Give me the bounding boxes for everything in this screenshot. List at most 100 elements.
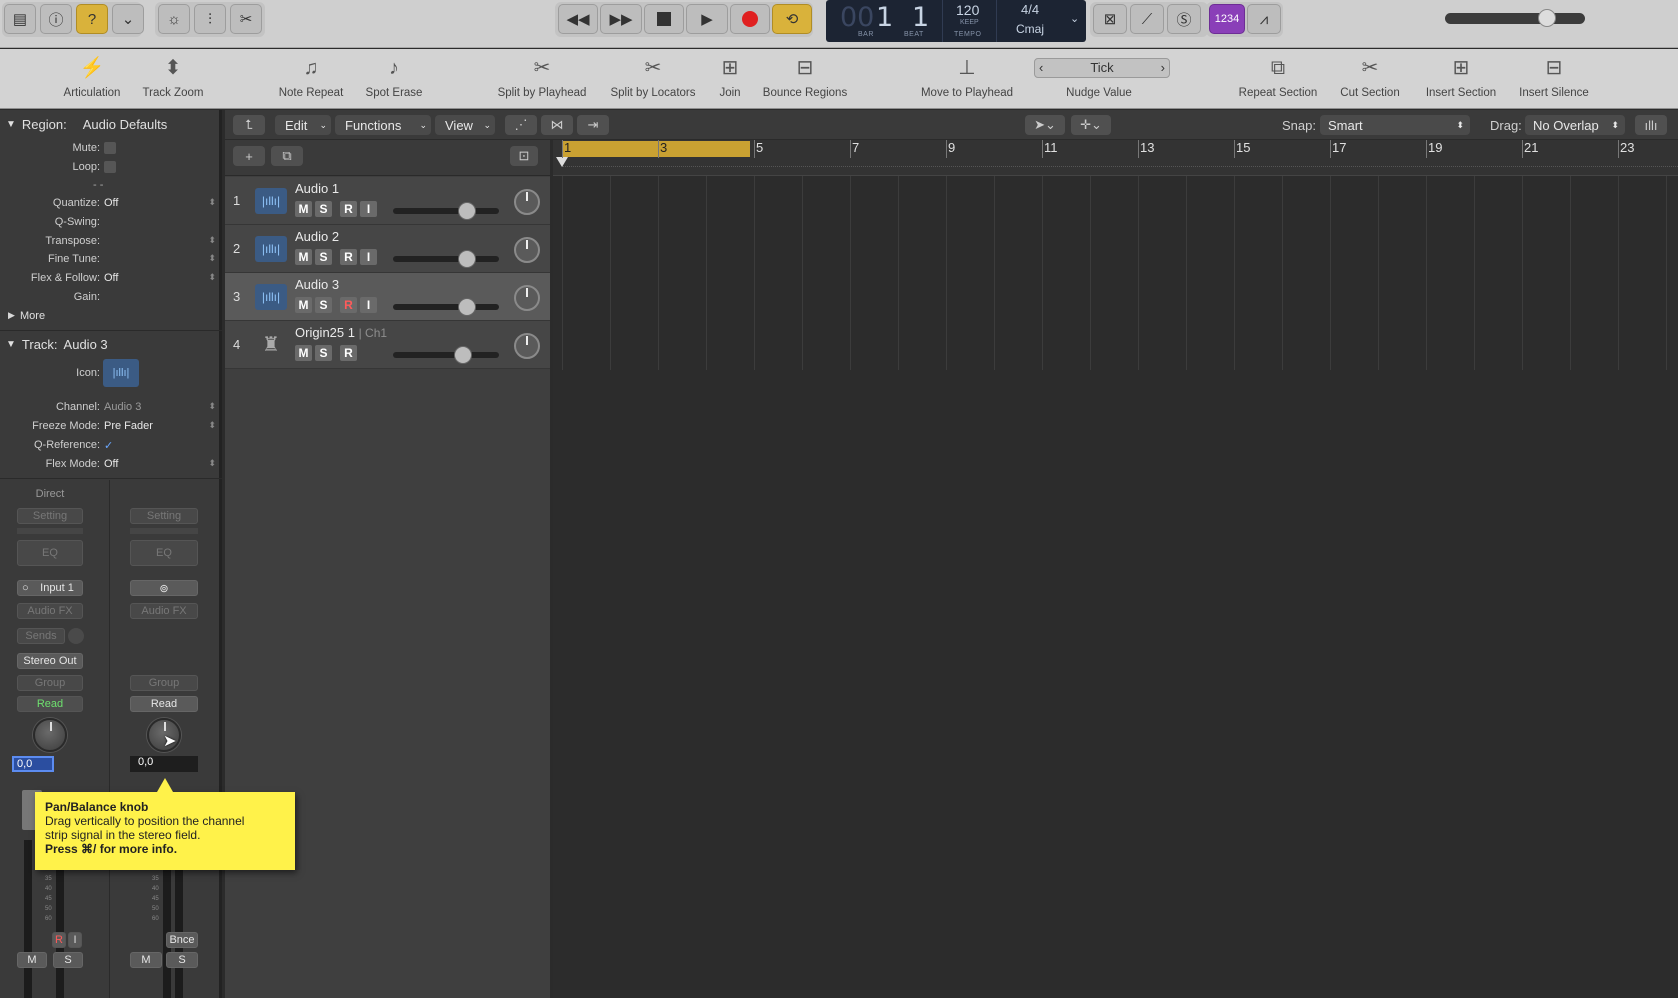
track-zoom-button[interactable]: ⬍ Track Zoom [118, 55, 228, 99]
global-tracks-icon[interactable]: ⊡ [510, 146, 538, 166]
replace-mode-icon[interactable]: ⊠ [1093, 4, 1127, 34]
split-by-playhead-button[interactable]: ✂ Split by Playhead [487, 55, 597, 99]
nudge-value-field[interactable]: ‹ Tick › [1034, 58, 1170, 78]
param-q-reference[interactable]: Q-Reference: ✓ [0, 439, 222, 457]
piano-icon[interactable]: ♜ [255, 332, 287, 358]
strip1-record-button[interactable]: R [52, 932, 66, 948]
param-flex-mode[interactable]: Flex Mode: Off ⬍ [0, 458, 222, 476]
functions-menu[interactable]: Functions ⌄ [335, 115, 431, 135]
strip1-pan-knob[interactable] [33, 718, 67, 752]
automation-curve-icon[interactable]: ⋰ [505, 115, 537, 135]
track-inspector-header[interactable]: ▼ Track: Audio 3 [0, 332, 222, 356]
duplicate-track-icon[interactable]: ⧉ [271, 146, 303, 166]
strip1-automation-button[interactable]: Read [17, 696, 83, 712]
track-row[interactable]: 3 |ıllı| Audio 3 MSRI [225, 273, 550, 321]
param-flex-follow[interactable]: Flex & Follow: Off ⬍ [0, 272, 222, 290]
strip2-pan-value-field[interactable]: 0,0 [130, 756, 198, 772]
smart-controls-icon[interactable]: ☼ [158, 4, 190, 34]
param-icon[interactable]: Icon: |ıllı| [0, 359, 222, 387]
strip1-mute-button[interactable]: M [17, 952, 47, 968]
strip1-input-button[interactable]: ○ Input 1 [17, 580, 83, 596]
track-volume-fader[interactable] [393, 298, 499, 316]
snap-select[interactable]: Smart ⬍ [1320, 115, 1470, 135]
strip1-setting-button[interactable]: Setting [17, 508, 83, 524]
track-solo-button[interactable]: S [315, 249, 332, 265]
back-arrow-icon[interactable]: ⮤ [233, 115, 265, 135]
cycle-icon[interactable]: ⟲ [772, 4, 812, 34]
cycle-range[interactable] [562, 141, 750, 157]
track-solo-button[interactable]: S [315, 297, 332, 313]
strip1-audio-fx-slot[interactable]: Audio FX [17, 603, 83, 619]
play-icon[interactable]: ▶ [686, 4, 728, 34]
mixer-icon[interactable]: ⫶ [194, 4, 226, 34]
pointer-tool-icon[interactable]: ➤⌄ [1025, 115, 1065, 135]
stop-icon[interactable] [644, 4, 684, 34]
strip2-group-button[interactable]: Group [130, 675, 198, 691]
strip1-output-button[interactable]: Stereo Out [17, 653, 83, 669]
strip1-pan-value-field[interactable]: 0,0 [12, 756, 54, 772]
param-freeze-mode[interactable]: Freeze Mode: Pre Fader ⬍ [0, 420, 222, 438]
master-volume-thumb[interactable] [1538, 9, 1556, 27]
lcd-display[interactable]: 00 1 1 BAR BEAT 120 KEEP TEMPO 4/4 Cmaj … [826, 0, 1086, 42]
track-mute-button[interactable]: M [295, 201, 312, 217]
move-to-playhead-button[interactable]: ⊥ Move to Playhead [912, 55, 1022, 99]
editors-scissors-icon[interactable]: ✂ [230, 4, 262, 34]
strip2-audio-fx-slot[interactable]: Audio FX [130, 603, 198, 619]
track-input-monitor-button[interactable]: I [360, 201, 377, 217]
track-name[interactable]: Origin25 1 | Ch1 [295, 325, 387, 340]
param-channel[interactable]: Channel: Audio 3 ⬍ [0, 401, 222, 419]
track-volume-thumb[interactable] [454, 346, 472, 364]
param-q-swing[interactable]: Q-Swing: [0, 216, 222, 234]
strip2-solo-button[interactable]: S [166, 952, 198, 968]
track-row[interactable]: 4 ♜ Origin25 1 | Ch1 M S R [225, 321, 550, 369]
bar-ruler[interactable]: 1 3 5 7 9 11 13 15 17 19 21 23 [553, 140, 1678, 176]
lcd-dropdown-icon[interactable]: ⌄ [1070, 12, 1079, 25]
track-volume-fader[interactable] [393, 346, 499, 364]
nudge-left-icon[interactable]: ‹ [1039, 59, 1043, 77]
view-menu[interactable]: View ⌄ [435, 115, 495, 135]
toolbar-toggle-icon[interactable]: ⌄ [112, 4, 144, 34]
strip1-sends-slot[interactable]: Sends [17, 628, 65, 644]
strip2-bounce-button[interactable]: Bnce [166, 932, 198, 948]
tuner-icon[interactable]: ⟋ [1130, 4, 1164, 34]
waveform-zoom-icon[interactable]: ıllı [1635, 115, 1667, 135]
count-in-button[interactable]: 1234 [1209, 4, 1245, 34]
track-mute-button[interactable]: M [295, 345, 312, 361]
track-name[interactable]: Audio 1 [295, 181, 339, 196]
track-solo-button[interactable]: S [315, 201, 332, 217]
track-name[interactable]: Audio 3 [295, 277, 339, 292]
region-inspector-header[interactable]: ▼ Region: Audio Defaults [0, 112, 222, 136]
waveform-icon[interactable]: |ıllı| [255, 284, 287, 310]
nudge-right-icon[interactable]: › [1161, 59, 1165, 77]
record-icon[interactable] [730, 4, 770, 34]
track-row[interactable]: 2 |ıllı| Audio 2 MSRI [225, 225, 550, 273]
arrange-area[interactable] [553, 140, 1678, 998]
strip1-input-monitor-button[interactable]: I [68, 932, 82, 948]
strip2-mute-button[interactable]: M [130, 952, 162, 968]
track-pan-knob[interactable] [514, 285, 540, 311]
track-input-monitor-button[interactable]: I [360, 297, 377, 313]
track-volume-thumb[interactable] [458, 298, 476, 316]
track-row[interactable]: 1 |ıllı| Audio 1 MSRI [225, 177, 550, 225]
track-mute-button[interactable]: M [295, 297, 312, 313]
stereo-link-icon[interactable]: ⊚ [130, 580, 198, 596]
strip1-solo-button[interactable]: S [53, 952, 83, 968]
param-mute[interactable]: Mute: [0, 142, 222, 160]
edit-menu[interactable]: Edit ⌄ [275, 115, 331, 135]
bounce-regions-button[interactable]: ⊟ Bounce Regions [750, 55, 860, 99]
rewind-icon[interactable]: ◀◀ [558, 4, 598, 34]
loop-checkbox[interactable] [104, 161, 116, 173]
waveform-icon[interactable]: |ıllı| [255, 236, 287, 262]
track-record-button[interactable]: R [340, 249, 357, 265]
track-pan-knob[interactable] [514, 333, 540, 359]
master-volume-slider[interactable] [1445, 9, 1585, 27]
param-fine-tune[interactable]: Fine Tune: ⬍ [0, 253, 222, 271]
param-loop[interactable]: Loop: [0, 161, 222, 179]
add-track-icon[interactable]: + [233, 146, 265, 166]
track-solo-button[interactable]: S [315, 345, 332, 361]
track-input-monitor-button[interactable]: I [360, 249, 377, 265]
track-volume-thumb[interactable] [458, 250, 476, 268]
waveform-icon[interactable]: |ıllı| [103, 359, 139, 387]
track-pan-knob[interactable] [514, 237, 540, 263]
insert-silence-button[interactable]: ⊟ Insert Silence [1499, 55, 1609, 99]
